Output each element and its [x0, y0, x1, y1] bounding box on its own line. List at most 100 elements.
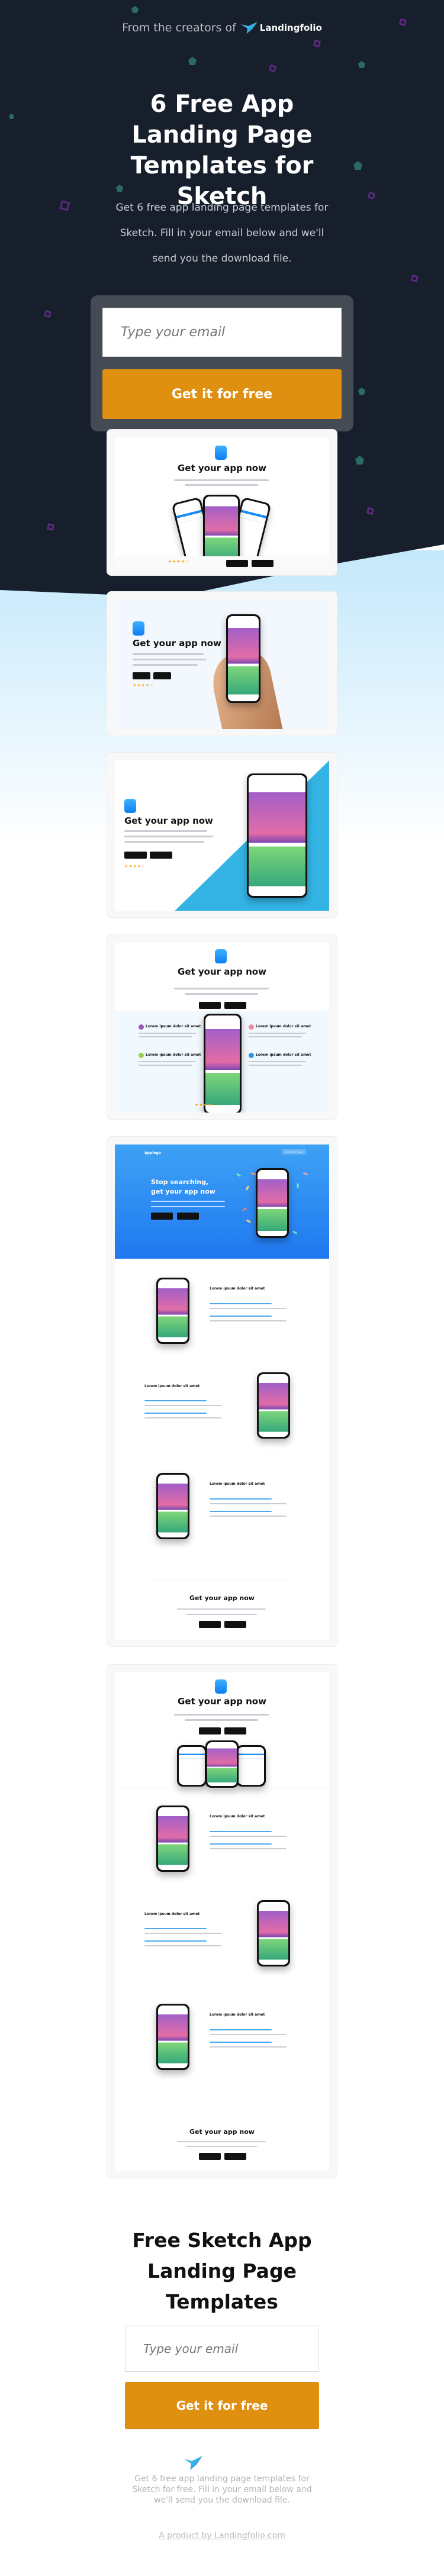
creator-line: From the creators of Landingfolio — [0, 21, 444, 34]
lorem-line — [151, 1206, 225, 1207]
row-heading: Lorem ipsum dolor sit amet — [144, 1384, 200, 1388]
template-preview-3[interactable]: Get your app now ★★★★☆ — [107, 752, 337, 918]
signup-form: Get it for free — [91, 295, 353, 431]
lorem-line — [144, 1933, 221, 1934]
row-link — [210, 1303, 272, 1304]
preview-headline: Get your app now — [124, 815, 213, 826]
google-play-badge — [224, 2153, 246, 2160]
lorem-line — [210, 2046, 287, 2048]
brand-name: Landingfolio — [259, 22, 322, 33]
lorem-line — [139, 1065, 192, 1066]
template-preview-1[interactable]: Get your app now ★★★★☆ — [107, 429, 337, 576]
google-play-badge — [224, 1621, 246, 1628]
phone-mockup — [226, 614, 260, 703]
lorem-line — [249, 1065, 302, 1066]
lorem-line — [210, 1836, 287, 1837]
google-play-badge — [224, 1002, 246, 1009]
preview-headline: Get your app now — [178, 966, 266, 977]
row-link — [210, 1511, 272, 1512]
row-heading: Lorem ipsum dolor sit amet — [210, 1814, 265, 1819]
phone-mockup — [247, 773, 307, 898]
template-preview-5[interactable]: Applogo Download app Stop searching, get… — [107, 1136, 337, 1647]
app-store-badge — [133, 672, 150, 679]
confetti — [303, 1172, 308, 1176]
phone-mockup — [257, 1372, 290, 1439]
google-play-badge — [252, 560, 274, 567]
hero-headline: Stop searching, get your app now — [151, 1178, 215, 1195]
lorem-line — [249, 1033, 306, 1034]
blue-hero: Applogo Download app Stop searching, get… — [115, 1144, 329, 1259]
row-link — [144, 1928, 207, 1929]
lorem-line — [133, 659, 207, 660]
lorem-line — [174, 1714, 269, 1716]
footer-get-it-for-free-button[interactable]: Get it for free — [125, 2382, 319, 2429]
lorem-line — [144, 1417, 221, 1418]
preview-canvas: Get your app now ★★★★☆ — [115, 600, 329, 729]
lorem-line — [124, 830, 207, 832]
phone-mockup — [204, 1014, 242, 1113]
footer-text: Get 6 free app landing page templates fo… — [132, 2474, 312, 2505]
lorem-line — [139, 1033, 196, 1034]
email-input[interactable] — [102, 308, 342, 357]
template-preview-4[interactable]: Get your app now Lorem ipsum dolor sit a… — [107, 934, 337, 1120]
preview-headline: Get your app now — [133, 638, 221, 649]
lorem-line — [124, 836, 213, 837]
row-link — [210, 2042, 272, 2043]
app-icon — [215, 446, 227, 460]
footer-headline: Get your app now — [189, 2128, 255, 2136]
lorem-line — [249, 1036, 302, 1037]
phone-mockup — [156, 1806, 189, 1872]
lorem-line — [210, 1516, 287, 1517]
lorem-line — [249, 1061, 306, 1062]
app-icon — [215, 949, 227, 963]
rating-stars: ★★★★☆ — [168, 559, 190, 564]
lorem-line — [144, 1405, 221, 1406]
app-store-badge — [199, 1727, 221, 1734]
lorem-line — [139, 1061, 196, 1062]
landingfolio-logo[interactable]: Landingfolio — [240, 22, 322, 34]
phone-mockup — [177, 1745, 207, 1787]
template-preview-2[interactable]: Get your app now ★★★★☆ — [107, 591, 337, 736]
feature-heading: Lorem ipsum dolor sit amet — [256, 1024, 311, 1029]
row-link — [144, 1940, 207, 1942]
google-play-badge — [153, 672, 171, 679]
phone-mockup — [205, 1740, 239, 1788]
bottom-bar — [115, 556, 329, 569]
lorem-line — [151, 1201, 225, 1202]
row-link — [144, 1400, 207, 1401]
lorem-line — [139, 1036, 192, 1037]
feature-heading: Lorem ipsum dolor sit amet — [146, 1024, 201, 1029]
lorem-line — [210, 1848, 287, 1849]
preview-canvas: Get your app now ★★★★☆ — [115, 438, 329, 569]
get-it-for-free-button[interactable]: Get it for free — [102, 369, 342, 419]
row-heading: Lorem ipsum dolor sit amet — [144, 1912, 200, 1916]
google-play-badge — [224, 1727, 246, 1734]
download-app-button: Download app — [282, 1149, 306, 1155]
lorem-line — [210, 1308, 287, 1309]
footer-headline: Get your app now — [189, 1594, 255, 1602]
google-play-badge — [150, 852, 172, 859]
footer-email-input[interactable] — [125, 2326, 319, 2372]
lorem-line — [133, 664, 198, 666]
confetti — [245, 1185, 250, 1191]
feature-icon — [139, 1024, 144, 1030]
confetti — [250, 1172, 256, 1176]
app-icon — [133, 621, 144, 636]
bird-logo-icon — [240, 22, 258, 34]
page-subtitle: Get 6 free app landing page templates fo… — [115, 202, 329, 265]
template-preview-6[interactable]: Get your app now Lorem ipsum dolor sit a… — [107, 1664, 337, 2178]
landingfolio-link[interactable]: A product by Landingfolio.com — [0, 2531, 444, 2540]
phone-mockup — [156, 1278, 189, 1344]
footer-title: Free Sketch App Landing Page Templates — [132, 2229, 312, 2313]
row-heading: Lorem ipsum dolor sit amet — [210, 1287, 265, 1291]
feature-heading: Lorem ipsum dolor sit amet — [256, 1053, 311, 1057]
row-link — [210, 1498, 272, 1500]
preview-canvas: Get your app now Lorem ipsum dolor sit a… — [115, 1672, 329, 2171]
preview-headline: Get your app now — [178, 1696, 266, 1707]
preview-headline: Get your app now — [178, 463, 266, 473]
lorem-line — [210, 1503, 287, 1504]
phone-mockup — [236, 1745, 266, 1787]
app-logo: Applogo — [144, 1151, 161, 1155]
lorem-line — [174, 988, 269, 989]
feature-icon — [139, 1053, 144, 1058]
